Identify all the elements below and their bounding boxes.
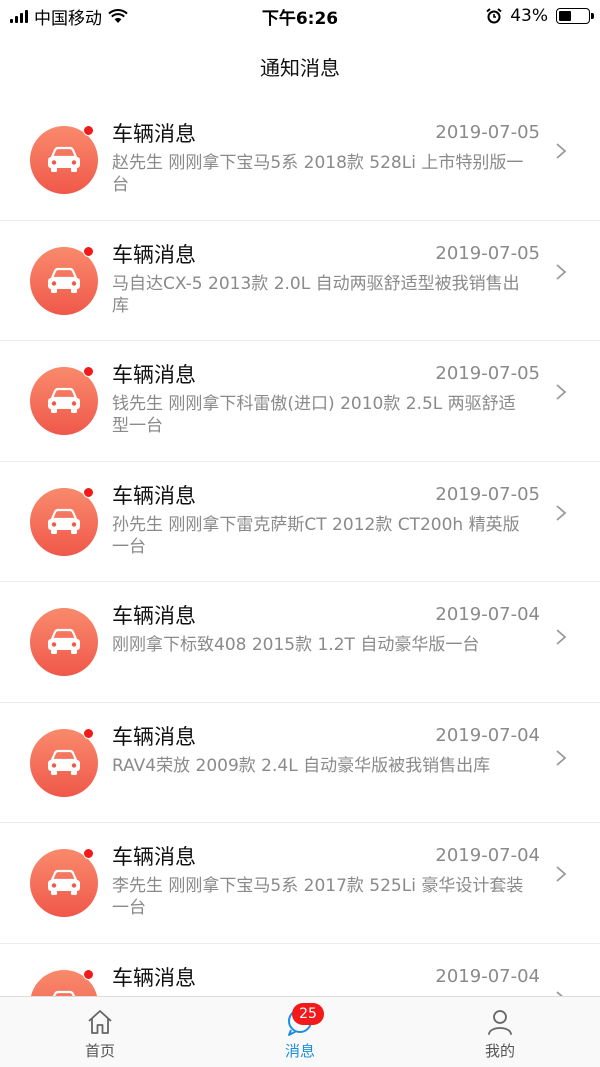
message-body: 孙先生 刚刚拿下雷克萨斯CT 2012款 CT200h 精英版一台	[112, 514, 520, 557]
message-date: 2019-07-04	[435, 604, 540, 625]
unread-dot	[83, 245, 94, 257]
message-list[interactable]: 车辆消息 2019-07-05 赵先生 刚刚拿下宝马5系 2018款 528Li…	[0, 100, 600, 996]
unread-dot	[83, 968, 94, 980]
message-row[interactable]: 车辆消息 2019-07-05 马自达CX-5 2013款 2.0L 自动两驱舒…	[0, 221, 600, 341]
tab-home[interactable]: 首页	[0, 997, 200, 1067]
car-icon	[30, 849, 98, 917]
carrier-name: 中国移动	[34, 8, 102, 29]
message-date: 2019-07-05	[435, 363, 540, 384]
chevron-right-icon[interactable]	[552, 263, 570, 281]
status-bar: 中国移动 下午6:26 43%	[0, 0, 600, 32]
chevron-right-icon[interactable]	[552, 865, 570, 883]
tab-home-label: 首页	[84, 1042, 115, 1060]
status-right: 43%	[300, 6, 594, 26]
message-row[interactable]: 车辆消息 2019-07-04	[0, 944, 600, 996]
message-title: 车辆消息	[112, 363, 196, 387]
message-body: 刚刚拿下标致408 2015款 1.2T 自动豪华版一台	[112, 635, 480, 655]
message-row[interactable]: 车辆消息 2019-07-04 刚刚拿下标致408 2015款 1.2T 自动豪…	[0, 582, 600, 703]
message-row[interactable]: 车辆消息 2019-07-04 李先生 刚刚拿下宝马5系 2017款 525Li…	[0, 823, 600, 944]
message-date: 2019-07-04	[435, 845, 540, 866]
status-left: 中国移动	[10, 4, 300, 29]
home-icon	[88, 1010, 112, 1034]
battery-percent: 43%	[510, 6, 548, 26]
message-title: 车辆消息	[112, 242, 196, 267]
messages-unread-badge: 25	[292, 1003, 324, 1025]
car-icon	[30, 126, 98, 194]
message-date: 2019-07-05	[435, 242, 540, 264]
message-body: 李先生 刚刚拿下宝马5系 2017款 525Li 豪华设计套装一台	[112, 876, 524, 918]
message-row[interactable]: 车辆消息 2019-07-04 RAV4荣放 2009款 2.4L 自动豪华版被…	[0, 703, 600, 823]
battery-level	[559, 11, 572, 21]
message-title: 车辆消息	[112, 483, 196, 508]
tab-messages[interactable]: 25 消息	[200, 997, 400, 1067]
unread-dot	[83, 125, 94, 136]
chevron-right-icon[interactable]	[552, 749, 570, 767]
battery-icon	[556, 8, 594, 24]
chevron-right-icon[interactable]	[552, 504, 570, 522]
car-icon	[30, 367, 98, 435]
message-body: 马自达CX-5 2013款 2.0L 自动两驱舒适型被我销售出库	[112, 273, 520, 316]
message-title: 车辆消息	[112, 724, 196, 749]
signal-strength-icon	[10, 9, 28, 23]
tab-messages-label: 消息	[284, 1042, 315, 1060]
chevron-right-icon[interactable]	[552, 383, 570, 401]
message-title: 车辆消息	[112, 965, 196, 990]
unread-dot	[83, 366, 94, 377]
message-body: 赵先生 刚刚拿下宝马5系 2018款 528Li 上市特别版一台	[112, 153, 524, 195]
car-icon	[30, 608, 98, 676]
chevron-right-icon[interactable]	[552, 628, 570, 646]
message-date: 2019-07-04	[435, 965, 540, 987]
wifi-icon	[108, 8, 128, 23]
message-row[interactable]: 车辆消息 2019-07-05 钱先生 刚刚拿下科雷傲(进口) 2010款 2.…	[0, 341, 600, 462]
car-icon	[30, 487, 98, 556]
message-body: RAV4荣放 2009款 2.4L 自动豪华版被我销售出库	[112, 755, 491, 776]
unread-dot	[83, 727, 94, 739]
message-title: 车辆消息	[112, 604, 196, 628]
car-icon	[30, 728, 98, 797]
person-icon	[488, 1010, 512, 1035]
tab-profile[interactable]: 我的	[400, 997, 600, 1067]
message-row[interactable]: 车辆消息 2019-07-05 孙先生 刚刚拿下雷克萨斯CT 2012款 CT2…	[0, 462, 600, 582]
message-date: 2019-07-05	[435, 483, 540, 505]
message-row[interactable]: 车辆消息 2019-07-05 赵先生 刚刚拿下宝马5系 2018款 528Li…	[0, 100, 600, 221]
alarm-icon	[486, 8, 502, 24]
chevron-right-icon[interactable]	[552, 142, 570, 160]
message-body: 钱先生 刚刚拿下科雷傲(进口) 2010款 2.5L 两驱舒适型一台	[112, 394, 516, 436]
message-date: 2019-07-05	[435, 122, 540, 143]
message-title: 车辆消息	[112, 845, 196, 869]
tab-bar: 首页 25 消息 我的	[0, 996, 600, 1067]
message-title: 车辆消息	[112, 122, 196, 146]
unread-dot	[83, 486, 94, 498]
unread-dot	[83, 848, 94, 859]
page-title: 通知消息	[260, 55, 340, 80]
car-icon	[30, 246, 98, 315]
tab-profile-label: 我的	[484, 1042, 515, 1060]
message-date: 2019-07-04	[435, 724, 540, 746]
